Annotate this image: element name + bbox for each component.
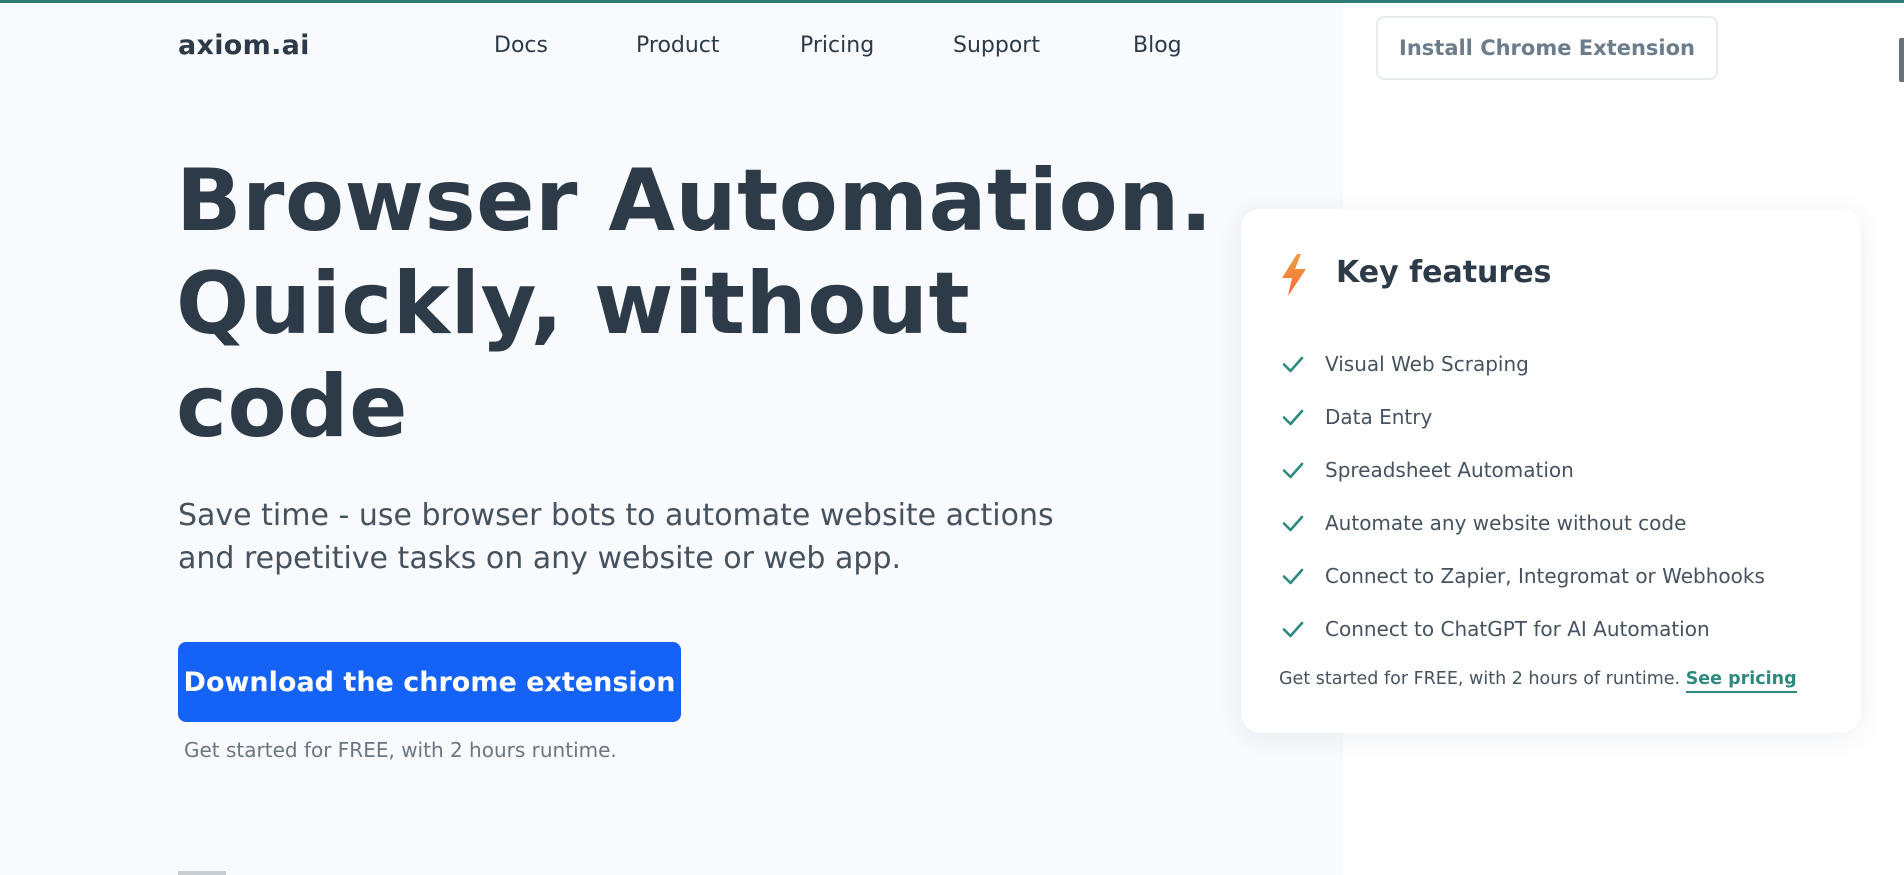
hero-title-line: Quickly, without <box>176 254 971 354</box>
check-icon <box>1282 356 1304 372</box>
see-pricing-link[interactable]: See pricing <box>1685 669 1797 693</box>
feature-item: Automate any website without code <box>1281 496 1841 549</box>
feature-item: Connect to ChatGPT for AI Automation <box>1281 602 1841 655</box>
lightning-bolt-icon <box>1282 254 1306 296</box>
feature-item: Spreadsheet Automation <box>1281 443 1841 496</box>
nav-link-support[interactable]: Support <box>953 33 1040 58</box>
download-extension-button[interactable]: Download the chrome extension <box>178 642 681 722</box>
card-footer: Get started for FREE, with 2 hours of ru… <box>1279 669 1797 693</box>
feature-label: Data Entry <box>1325 404 1433 429</box>
card-footer-text: Get started for FREE, with 2 hours of ru… <box>1279 669 1681 689</box>
feature-item: Visual Web Scraping <box>1281 337 1841 390</box>
key-features-title: Key features <box>1336 255 1552 290</box>
top-accent-line <box>0 0 1904 3</box>
feature-label: Spreadsheet Automation <box>1325 457 1574 482</box>
check-icon <box>1282 515 1304 531</box>
feature-list: Visual Web Scraping Data Entry Spreadshe… <box>1281 337 1841 655</box>
feature-label: Automate any website without code <box>1325 510 1687 535</box>
hero-title-line: Browser Automation. <box>176 151 1214 251</box>
feature-label: Connect to ChatGPT for AI Automation <box>1325 616 1710 641</box>
hero-cta-note: Get started for FREE, with 2 hours runti… <box>184 738 617 762</box>
check-icon <box>1282 568 1304 584</box>
site-logo[interactable]: axiom.ai <box>178 30 310 61</box>
nav-link-blog[interactable]: Blog <box>1133 33 1182 58</box>
feature-item: Connect to Zapier, Integromat or Webhook… <box>1281 549 1841 602</box>
section-divider <box>178 871 226 875</box>
check-icon <box>1282 409 1304 425</box>
scrollbar-thumb[interactable] <box>1899 38 1904 82</box>
nav-link-pricing[interactable]: Pricing <box>800 33 874 58</box>
nav-link-docs[interactable]: Docs <box>494 33 548 58</box>
key-features-card: Key features Visual Web Scraping Data En… <box>1241 209 1861 733</box>
nav-link-product[interactable]: Product <box>636 33 720 58</box>
feature-label: Visual Web Scraping <box>1325 351 1529 376</box>
check-icon <box>1282 462 1304 478</box>
hero-title-line: code <box>176 357 408 457</box>
hero-title: Browser Automation. Quickly, without cod… <box>176 150 1214 459</box>
feature-item: Data Entry <box>1281 390 1841 443</box>
hero-subtitle: Save time - use browser bots to automate… <box>178 498 1054 576</box>
feature-label: Connect to Zapier, Integromat or Webhook… <box>1325 563 1765 588</box>
install-chrome-extension-button[interactable]: Install Chrome Extension <box>1376 16 1718 80</box>
check-icon <box>1282 621 1304 637</box>
